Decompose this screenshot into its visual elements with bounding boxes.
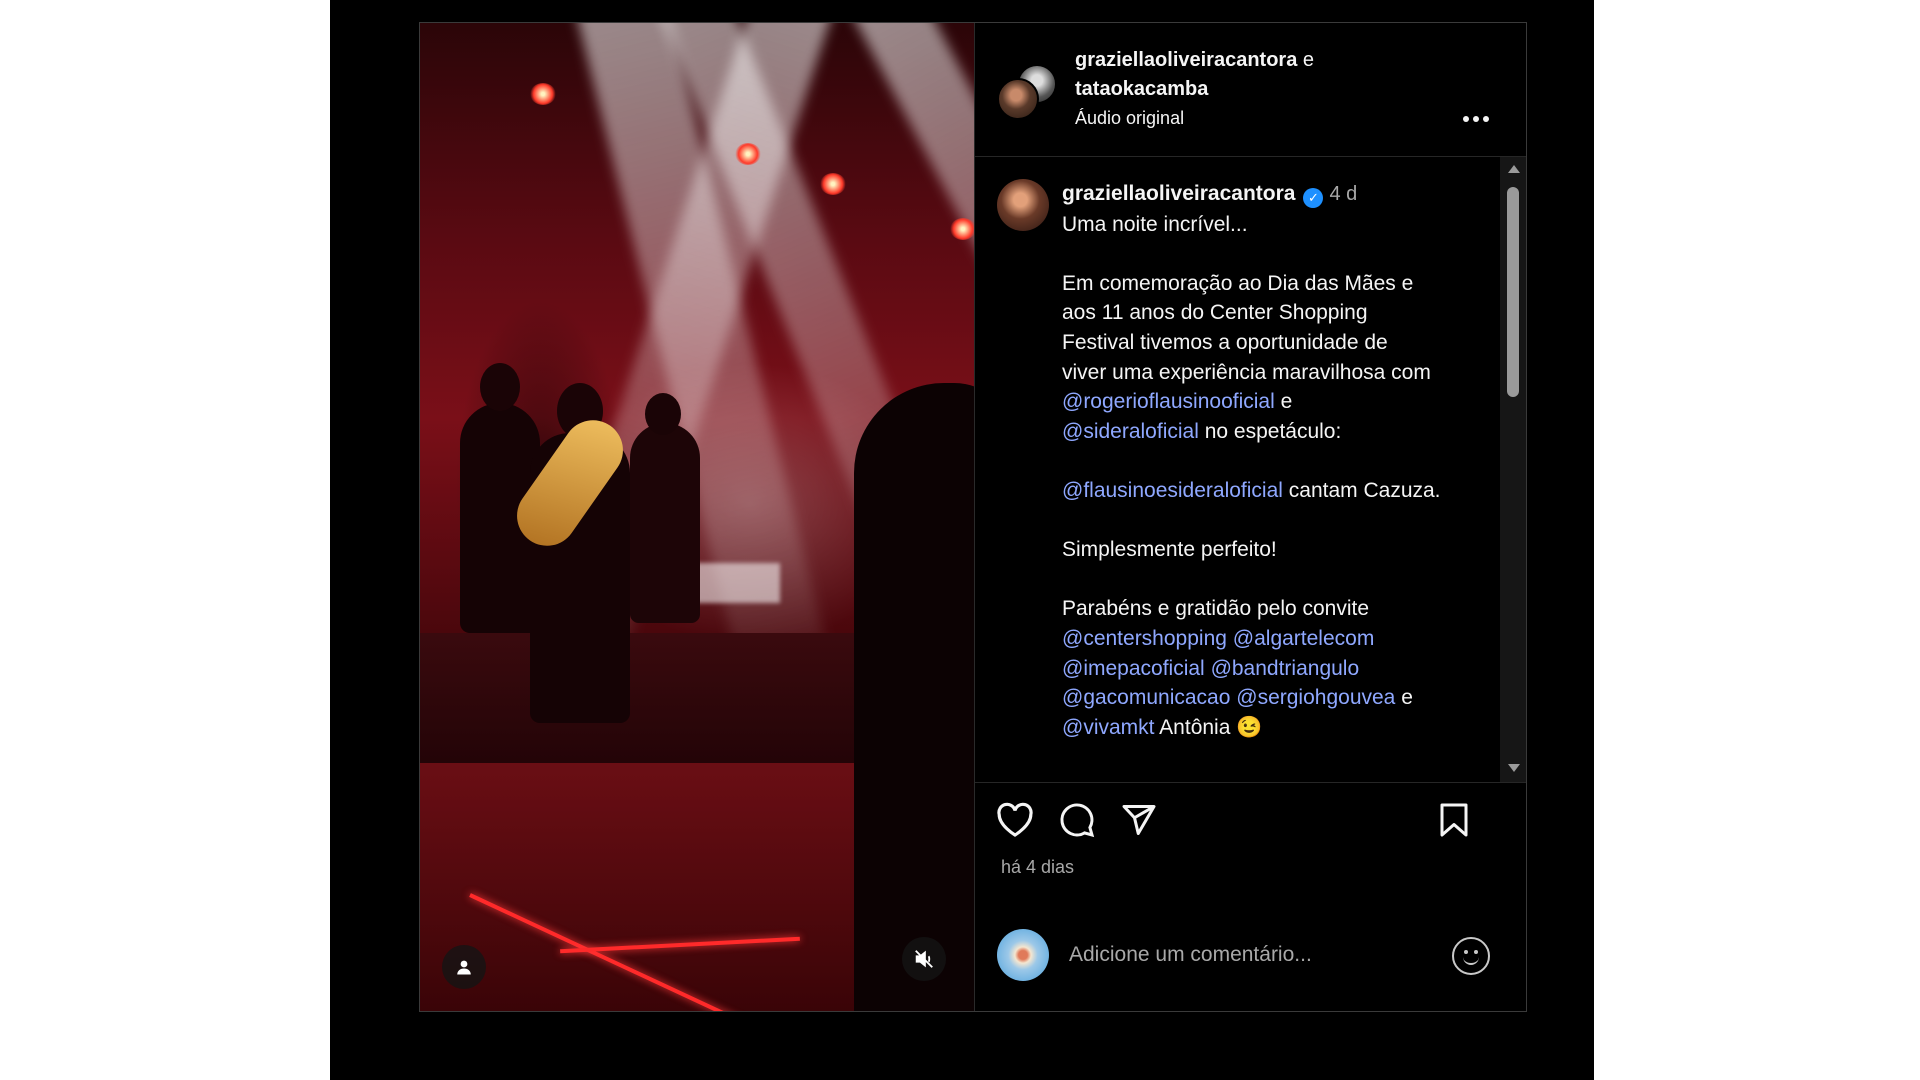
mention-link[interactable]: @gacomunicacao xyxy=(1062,686,1230,709)
mention-link[interactable]: @imepacoficial xyxy=(1062,657,1205,680)
mention-link[interactable]: @rogerioflausinooficial xyxy=(1062,390,1275,413)
post-sidebar: graziellaoliveiracantora e tataokacamba … xyxy=(975,23,1526,1011)
post-modal: graziellaoliveiracantora e tataokacamba … xyxy=(419,22,1527,1012)
scroll-thumb[interactable] xyxy=(1507,187,1519,397)
caption-line: aos 11 anos do Center Shopping xyxy=(1062,301,1368,325)
caption-text-fragment: cantam Cazuza. xyxy=(1282,478,1441,502)
comment-icon xyxy=(1060,803,1095,838)
mention-link[interactable]: @bandtriangulo xyxy=(1211,657,1360,680)
comment-button[interactable] xyxy=(1055,798,1099,842)
caption-text-fragment: Antônia 😉 xyxy=(1154,715,1263,739)
scroll-up-arrow-icon[interactable] xyxy=(1508,165,1520,173)
mention-link[interactable]: @sergiohgouvea xyxy=(1236,686,1395,709)
caption-line: Festival tivemos a oportunidade de xyxy=(1062,330,1388,354)
tagged-users-button[interactable] xyxy=(442,945,486,989)
avatar[interactable] xyxy=(997,179,1049,231)
caption-text-fragment: no espetáculo: xyxy=(1198,419,1342,443)
caption: graziellaoliveiracantora ✓ 4 d Uma noite i… xyxy=(997,179,1490,742)
more-options-button[interactable] xyxy=(1462,99,1490,130)
conjunction: e xyxy=(1302,49,1315,71)
caption-line: Simplesmente perfeito! xyxy=(1062,538,1277,562)
post-time-ago[interactable]: há 4 dias xyxy=(975,857,1526,897)
caption-text: graziellaoliveiracantora ✓ 4 d Uma noite i… xyxy=(1062,179,1441,742)
mention-link[interactable]: @centershopping xyxy=(1062,627,1227,650)
scroll-down-arrow-icon[interactable] xyxy=(1508,764,1520,772)
save-button[interactable] xyxy=(1432,798,1476,842)
caption-time[interactable]: 4 d xyxy=(1329,183,1357,205)
comment-bar xyxy=(975,899,1526,1011)
muted-speaker-icon xyxy=(915,950,933,968)
unmute-button[interactable] xyxy=(902,937,946,981)
user-tag-icon xyxy=(457,960,471,975)
caption-line: Uma noite incrível... xyxy=(1062,212,1248,236)
bookmark-icon xyxy=(1440,803,1468,837)
caption-line: Parabéns e gratidão pelo convite xyxy=(1062,597,1370,621)
emoji-icon[interactable] xyxy=(1452,937,1490,975)
like-button[interactable] xyxy=(993,798,1037,842)
author-link[interactable]: tataokacamba xyxy=(1075,78,1208,100)
share-button[interactable] xyxy=(1117,798,1161,842)
action-bar xyxy=(975,783,1526,857)
mention-link[interactable]: @sideraloficial xyxy=(1062,420,1199,443)
caption-scroll-area[interactable]: graziellaoliveiracantora ✓ 4 d Uma noite i… xyxy=(975,157,1526,783)
reel-video[interactable] xyxy=(420,23,975,1011)
avatar xyxy=(997,77,1039,120)
mention-link[interactable]: @vivamkt xyxy=(1062,716,1155,739)
avatar xyxy=(997,929,1049,981)
author-link[interactable]: graziellaoliveiracantora xyxy=(1075,49,1297,71)
mention-link[interactable]: @flausinoesideraloficial xyxy=(1062,479,1283,502)
collab-avatars[interactable] xyxy=(997,60,1057,120)
post-authors: graziellaoliveiracantora e tataokacamba … xyxy=(1075,46,1314,133)
verified-badge-icon: ✓ xyxy=(1303,188,1324,208)
caption-text-fragment: e xyxy=(1274,390,1293,414)
caption-text-fragment: e xyxy=(1395,686,1413,710)
concert-scene xyxy=(420,23,974,1011)
send-icon xyxy=(1122,805,1156,835)
caption-username[interactable]: graziellaoliveiracantora xyxy=(1062,182,1295,205)
caption-line: viver uma experiência maravilhosa com xyxy=(1062,360,1431,384)
mention-link[interactable]: @algartelecom xyxy=(1233,627,1375,650)
heart-icon xyxy=(997,802,1033,837)
comment-input[interactable] xyxy=(1069,943,1429,967)
caption-scrollbar[interactable] xyxy=(1500,157,1526,782)
audio-link[interactable]: Áudio original xyxy=(1075,104,1314,133)
more-horizontal-icon xyxy=(1463,116,1489,122)
caption-line: Em comemoração ao Dia das Mães e xyxy=(1062,271,1414,295)
post-header: graziellaoliveiracantora e tataokacamba … xyxy=(975,23,1526,157)
